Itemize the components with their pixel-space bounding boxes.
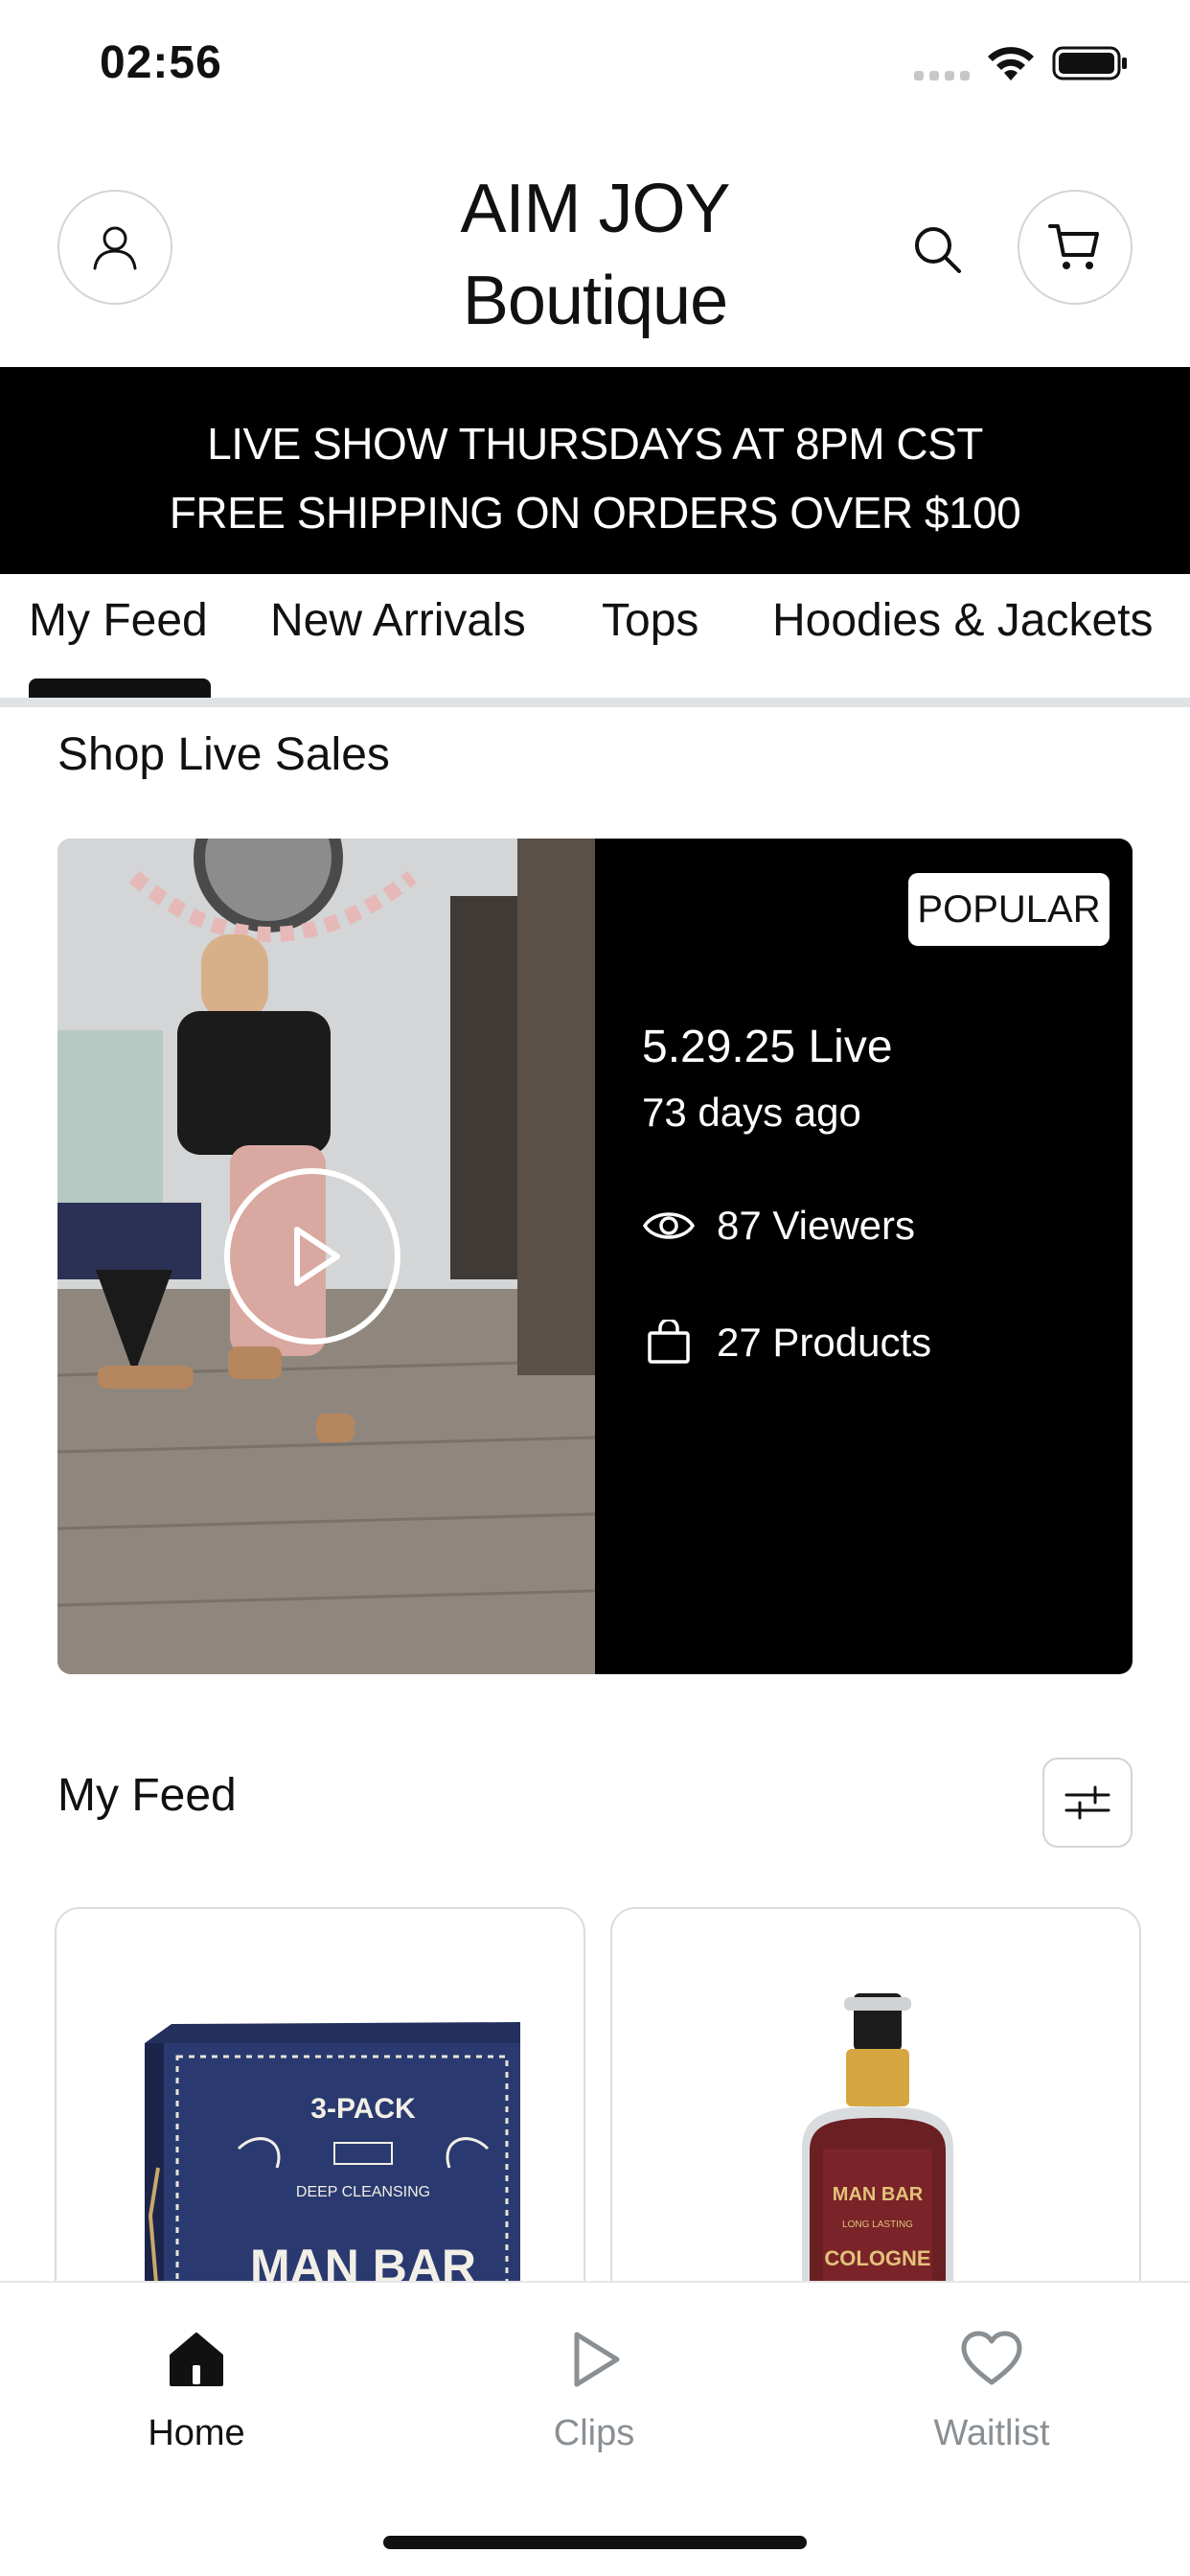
tab-hoodies-jackets[interactable]: Hoodies & Jackets	[772, 594, 1154, 647]
svg-text:LONG LASTING: LONG LASTING	[842, 2220, 913, 2230]
profile-button[interactable]	[57, 190, 172, 305]
announcement-line1: LIVE SHOW THURSDAYS AT 8PM CST	[207, 419, 983, 469]
svg-text:3-PACK: 3-PACK	[310, 2093, 416, 2125]
live-show-title: 5.29.25 Live	[642, 1022, 893, 1072]
sliders-icon	[1064, 1785, 1110, 1820]
tab-new-arrivals[interactable]: New Arrivals	[270, 594, 526, 647]
search-button[interactable]	[904, 217, 972, 284]
tab-my-feed[interactable]: My Feed	[29, 594, 208, 647]
nav-clips[interactable]: Clips	[498, 2321, 690, 2454]
status-bar: 02:56	[0, 0, 1190, 134]
wifi-icon	[988, 47, 1034, 80]
bottom-navigation: Home Clips Waitlist	[0, 2281, 1190, 2576]
viewers-count: 87 Viewers	[717, 1203, 916, 1248]
live-video-thumbnail[interactable]	[57, 839, 595, 1674]
products-count: 27 Products	[717, 1320, 932, 1365]
home-icon	[170, 2333, 223, 2386]
user-icon	[93, 226, 137, 270]
play-button[interactable]	[224, 1168, 400, 1345]
home-indicator	[383, 2536, 807, 2549]
search-icon	[915, 227, 961, 273]
announcement-banner: LIVE SHOW THURSDAYS AT 8PM CST FREE SHIP…	[0, 367, 1190, 574]
viewers-stat: 87 Viewers	[642, 1203, 915, 1249]
live-show-card[interactable]: POPULAR 5.29.25 Live 73 days ago 87 View…	[57, 839, 1133, 1674]
nav-clips-label: Clips	[553, 2413, 635, 2453]
nav-waitlist-label: Waitlist	[933, 2413, 1050, 2453]
live-section-title: Shop Live Sales	[57, 729, 390, 780]
battery-icon	[1052, 46, 1127, 80]
play-icon	[574, 2332, 620, 2387]
store-title-line2: Boutique	[462, 263, 728, 339]
eye-icon	[642, 1212, 696, 1239]
popular-badge: POPULAR	[908, 873, 1110, 946]
cart-button[interactable]	[1018, 190, 1133, 305]
store-title: AIM JOY Boutique	[383, 163, 807, 347]
cellular-signal-icon	[914, 71, 970, 80]
announcement-line2: FREE SHIPPING ON ORDERS OVER $100	[169, 488, 1021, 538]
app-header: AIM JOY Boutique	[0, 144, 1190, 364]
filter-button[interactable]	[1042, 1758, 1133, 1848]
feed-section-title: My Feed	[57, 1770, 237, 1821]
category-tabs: My Feed New Arrivals Tops Hoodies & Jack…	[0, 575, 1190, 707]
svg-text:DEEP CLEANSING: DEEP CLEANSING	[296, 2184, 430, 2200]
products-stat: 27 Products	[642, 1320, 931, 1366]
store-title-line1: AIM JOY	[460, 171, 730, 247]
nav-home[interactable]: Home	[101, 2321, 292, 2454]
active-tab-indicator	[29, 678, 211, 698]
tab-tops[interactable]: Tops	[602, 594, 698, 647]
nav-waitlist[interactable]: Waitlist	[896, 2321, 1087, 2454]
svg-text:COLOGNE: COLOGNE	[824, 2246, 930, 2270]
nav-home-label: Home	[148, 2413, 245, 2453]
live-show-date: 73 days ago	[642, 1090, 861, 1135]
heart-icon	[961, 2331, 1022, 2385]
status-time: 02:56	[100, 37, 222, 88]
cart-icon	[1048, 224, 1099, 269]
shopping-bag-icon	[648, 1320, 690, 1364]
play-icon	[294, 1227, 340, 1286]
svg-text:MAN BAR: MAN BAR	[833, 2184, 924, 2205]
